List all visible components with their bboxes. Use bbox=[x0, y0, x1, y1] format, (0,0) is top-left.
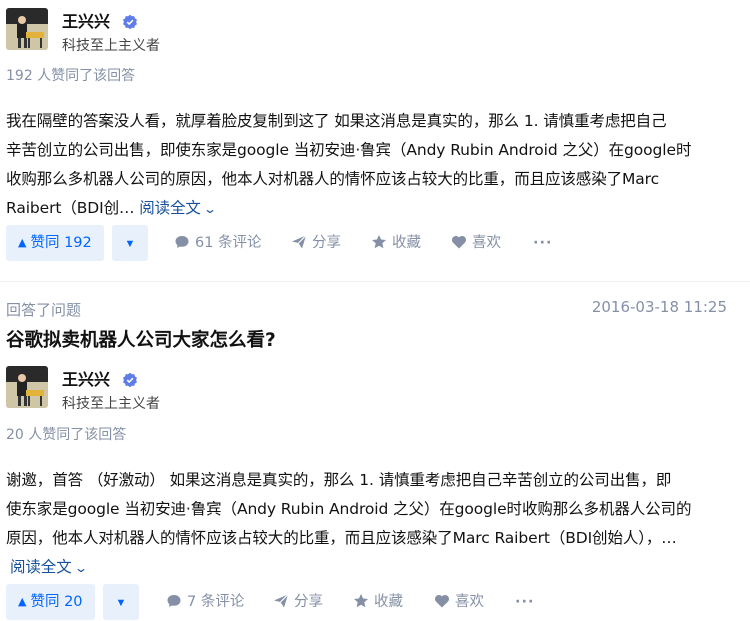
read-more-link[interactable]: 阅读全文 ⌄ bbox=[139, 199, 217, 217]
upvote-button[interactable]: ▲ 赞同 20 bbox=[6, 584, 95, 620]
heart-icon bbox=[452, 235, 466, 249]
share-button[interactable]: 分享 bbox=[273, 584, 323, 620]
share-label: 分享 bbox=[312, 235, 341, 251]
star-icon bbox=[354, 594, 368, 608]
like-button[interactable]: 喜欢 bbox=[434, 584, 484, 620]
comments-button[interactable]: 61 条评论 bbox=[174, 225, 262, 261]
favorite-label: 收藏 bbox=[374, 594, 403, 610]
excerpt-line: 谢邀，首答 （好激动） 如果这消息是真实的，那么 1. 请慎重考虑把自己辛苦创立… bbox=[6, 471, 672, 489]
action-bar: ▲ 赞同 20 ▼ 7 条评论 分享 收藏 喜欢 ··· bbox=[6, 584, 736, 620]
card-divider bbox=[0, 281, 750, 282]
downvote-button[interactable]: ▼ bbox=[112, 225, 148, 261]
share-label: 分享 bbox=[294, 594, 323, 610]
triangle-up-icon: ▲ bbox=[18, 595, 27, 608]
question-title[interactable]: 谷歌拟卖机器人公司大家怎么看? bbox=[6, 328, 276, 354]
chevron-down-icon: ⌄ bbox=[202, 202, 217, 216]
author-name[interactable]: 王兴兴 bbox=[62, 370, 110, 390]
more-options-button[interactable]: ··· bbox=[515, 584, 535, 620]
upvote-count-meta: 20 人赞同了该回答 bbox=[6, 427, 127, 443]
comment-icon bbox=[167, 595, 181, 607]
downvote-button[interactable]: ▼ bbox=[103, 584, 139, 620]
upvote-label: 赞同 20 bbox=[30, 594, 83, 610]
like-label: 喜欢 bbox=[472, 235, 501, 251]
favorite-label: 收藏 bbox=[392, 235, 421, 251]
triangle-down-icon: ▼ bbox=[115, 597, 127, 609]
star-icon bbox=[372, 235, 386, 249]
share-icon bbox=[274, 594, 289, 608]
excerpt-line: Raibert（BDI创… bbox=[6, 199, 140, 217]
excerpt-line: 我在隔壁的答案没人看，就厚着脸皮复制到这了 如果这消息是真实的，那么 1. 请慎… bbox=[6, 112, 667, 130]
more-options-button[interactable]: ··· bbox=[533, 225, 553, 261]
chevron-down-icon: ⌄ bbox=[73, 561, 88, 575]
author-info: 王兴兴 科技至上主义者 bbox=[6, 8, 706, 54]
upvote-count-meta: 192 人赞同了该回答 bbox=[6, 68, 136, 84]
upvote-label: 赞同 192 bbox=[30, 235, 92, 251]
like-label: 喜欢 bbox=[455, 594, 484, 610]
comments-label: 61 条评论 bbox=[195, 235, 262, 251]
read-more-label: 阅读全文 bbox=[139, 199, 201, 217]
answer-excerpt[interactable]: 我在隔壁的答案没人看，就厚着脸皮复制到这了 如果这消息是真实的，那么 1. 请慎… bbox=[6, 107, 726, 224]
favorite-button[interactable]: 收藏 bbox=[353, 584, 403, 620]
avatar[interactable] bbox=[6, 366, 48, 408]
comments-button[interactable]: 7 条评论 bbox=[166, 584, 244, 620]
answer-excerpt[interactable]: 谢邀，首答 （好激动） 如果这消息是真实的，那么 1. 请慎重考虑把自己辛苦创立… bbox=[6, 466, 726, 583]
heart-icon bbox=[435, 594, 449, 608]
upvote-button[interactable]: ▲ 赞同 192 bbox=[6, 225, 104, 261]
excerpt-line: 原因，他本人对机器人的情怀应该占较大的比重，而且应该感染了Marc Raiber… bbox=[6, 529, 677, 547]
action-bar: ▲ 赞同 192 ▼ 61 条评论 分享 收藏 喜欢 ··· bbox=[6, 225, 736, 261]
read-more-link[interactable]: 阅读全文 ⌄ bbox=[10, 558, 88, 576]
verified-badge-icon bbox=[122, 372, 138, 388]
activity-date: 2016-03-18 11:25 bbox=[591, 298, 727, 316]
comments-label: 7 条评论 bbox=[187, 594, 245, 610]
triangle-down-icon: ▼ bbox=[124, 238, 136, 250]
read-more-label: 阅读全文 bbox=[10, 558, 72, 576]
share-icon bbox=[292, 235, 307, 249]
like-button[interactable]: 喜欢 bbox=[451, 225, 501, 261]
excerpt-line: 使东家是google 当初安迪·鲁宾（Andy Rubin Android 之父… bbox=[6, 500, 692, 518]
avatar[interactable] bbox=[6, 8, 48, 50]
author-info: 王兴兴 科技至上主义者 bbox=[6, 366, 706, 412]
activity-label: 回答了问题 bbox=[6, 301, 82, 319]
excerpt-line: 辛苦创立的公司出售，即使东家是google 当初安迪·鲁宾（Andy Rubin… bbox=[6, 141, 692, 159]
author-headline: 科技至上主义者 bbox=[62, 38, 160, 54]
verified-badge-icon bbox=[122, 14, 138, 30]
author-headline: 科技至上主义者 bbox=[62, 396, 160, 412]
share-button[interactable]: 分享 bbox=[291, 225, 341, 261]
excerpt-line: 收购那么多机器人公司的原因，他本人对机器人的情怀应该占较大的比重，而且应该感染了… bbox=[6, 170, 660, 188]
comment-icon bbox=[175, 236, 189, 248]
favorite-button[interactable]: 收藏 bbox=[371, 225, 421, 261]
triangle-up-icon: ▲ bbox=[18, 236, 27, 249]
author-name[interactable]: 王兴兴 bbox=[62, 12, 110, 32]
